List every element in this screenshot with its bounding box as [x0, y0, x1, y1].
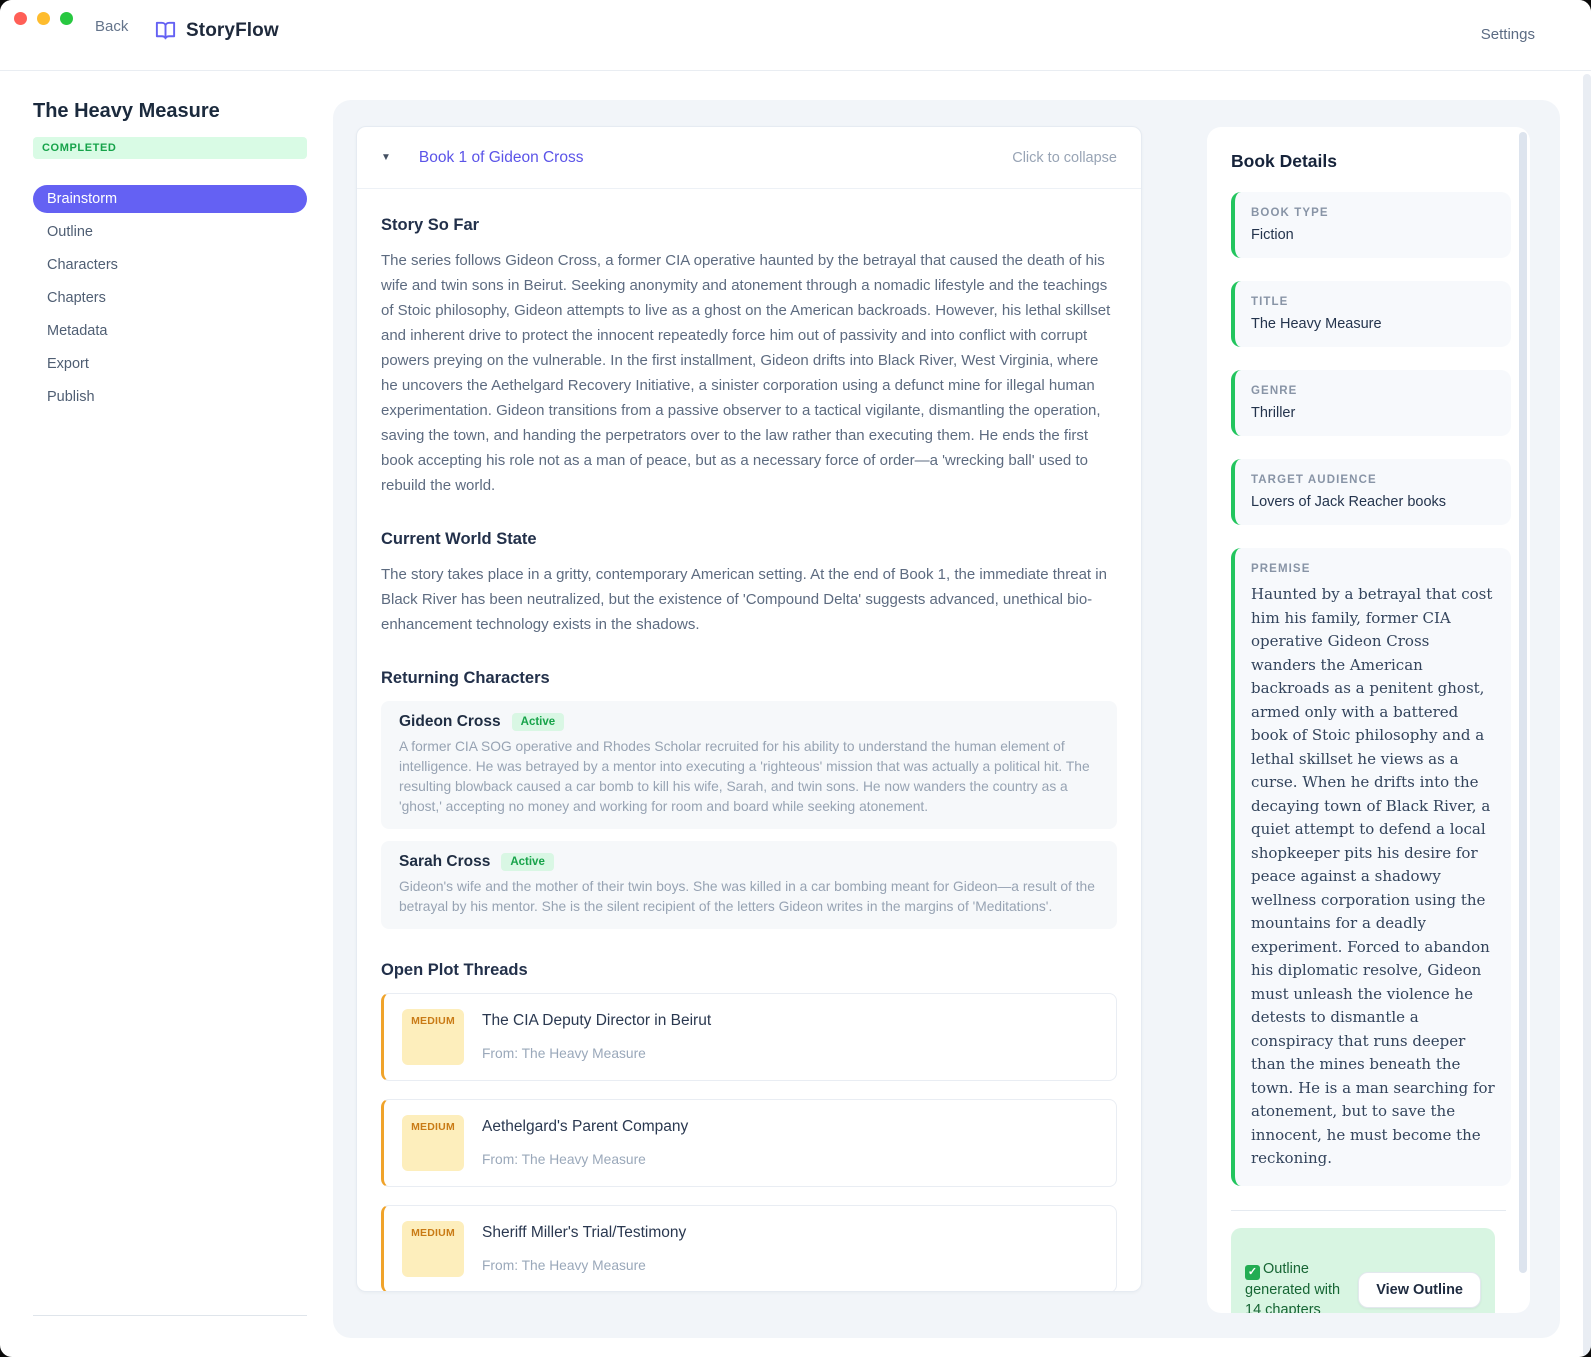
project-title: The Heavy Measure [33, 100, 307, 123]
priority-badge: MEDIUM [402, 1221, 464, 1277]
page-scrollbar[interactable] [1583, 74, 1591, 1357]
detail-label: PREMISE [1251, 563, 1495, 575]
minimize-window-button[interactable] [37, 12, 50, 25]
detail-label: TARGET AUDIENCE [1251, 474, 1495, 486]
sidebar: The Heavy Measure COMPLETED Brainstorm O… [33, 100, 307, 416]
character-card: Sarah Cross Active Gideon's wife and the… [381, 841, 1117, 929]
plot-thread-source: From: The Heavy Measure [482, 1258, 686, 1273]
outline-status-box: ✓Outline generated with 14 chapters View… [1231, 1228, 1495, 1314]
book-details-heading: Book Details [1231, 151, 1506, 172]
app-window: Back StoryFlow Settings The Heavy Measur… [0, 0, 1591, 1357]
app-logo: StoryFlow [154, 19, 279, 42]
plot-thread-title: Sheriff Miller's Trial/Testimony [482, 1224, 686, 1242]
character-name: Gideon Cross [399, 713, 501, 731]
app-name: StoryFlow [186, 20, 279, 42]
detail-field-genre: GENRE Thriller [1231, 370, 1511, 436]
open-book-icon [154, 19, 177, 42]
character-description: Gideon's wife and the mother of their tw… [399, 877, 1099, 917]
current-world-state-text: The story takes place in a gritty, conte… [381, 562, 1117, 637]
sidebar-item-chapters[interactable]: Chapters [33, 284, 307, 312]
character-card: Gideon Cross Active A former CIA SOG ope… [381, 701, 1117, 829]
sidebar-bottom-divider [33, 1315, 307, 1316]
plot-thread-card[interactable]: MEDIUM Aethelgard's Parent Company From:… [381, 1099, 1117, 1187]
plot-thread-card[interactable]: MEDIUM The CIA Deputy Director in Beirut… [381, 993, 1117, 1081]
detail-value: Thriller [1251, 405, 1495, 421]
book-brainstorm-card: ▼ Book 1 of Gideon Cross Click to collap… [356, 126, 1142, 1292]
top-bar: Back StoryFlow Settings [0, 0, 1591, 71]
window-controls [14, 12, 73, 25]
open-plot-threads-heading: Open Plot Threads [381, 961, 1117, 980]
plot-thread-title: Aethelgard's Parent Company [482, 1118, 688, 1136]
view-outline-button[interactable]: View Outline [1358, 1272, 1481, 1308]
sidebar-item-publish[interactable]: Publish [33, 383, 307, 411]
detail-field-premise: PREMISE Haunted by a betrayal that cost … [1231, 548, 1511, 1186]
character-status-badge: Active [512, 713, 565, 731]
sidebar-item-outline[interactable]: Outline [33, 218, 307, 246]
detail-value: Fiction [1251, 227, 1495, 243]
detail-field-target-audience: TARGET AUDIENCE Lovers of Jack Reacher b… [1231, 459, 1511, 525]
sidebar-item-export[interactable]: Export [33, 350, 307, 378]
plot-thread-source: From: The Heavy Measure [482, 1046, 711, 1061]
plot-thread-source: From: The Heavy Measure [482, 1152, 688, 1167]
plot-thread-title: The CIA Deputy Director in Beirut [482, 1012, 711, 1030]
story-so-far-text: The series follows Gideon Cross, a forme… [381, 248, 1117, 498]
panel-divider [1231, 1210, 1506, 1211]
status-badge: COMPLETED [33, 137, 307, 159]
settings-button[interactable]: Settings [1481, 26, 1535, 43]
close-window-button[interactable] [14, 12, 27, 25]
sidebar-item-metadata[interactable]: Metadata [33, 317, 307, 345]
character-name: Sarah Cross [399, 853, 490, 871]
character-description: A former CIA SOG operative and Rhodes Sc… [399, 737, 1099, 817]
details-panel-scrollbar[interactable] [1519, 132, 1527, 1273]
returning-characters-heading: Returning Characters [381, 669, 1117, 688]
book-header-title: Book 1 of Gideon Cross [419, 149, 1012, 167]
detail-label: GENRE [1251, 385, 1495, 397]
detail-label: TITLE [1251, 296, 1495, 308]
detail-label: BOOK TYPE [1251, 207, 1495, 219]
back-button[interactable]: Back [95, 18, 128, 35]
detail-value: Lovers of Jack Reacher books [1251, 494, 1495, 510]
sidebar-item-characters[interactable]: Characters [33, 251, 307, 279]
detail-value: Haunted by a betrayal that cost him his … [1251, 583, 1495, 1171]
detail-field-book-type: BOOK TYPE Fiction [1231, 192, 1511, 258]
collapse-hint: Click to collapse [1012, 150, 1117, 166]
outline-status-text: ✓Outline generated with 14 chapters [1245, 1259, 1348, 1314]
check-icon: ✓ [1245, 1265, 1260, 1280]
collapse-caret-icon: ▼ [381, 152, 391, 163]
sidebar-item-brainstorm[interactable]: Brainstorm [33, 185, 307, 213]
priority-badge: MEDIUM [402, 1009, 464, 1065]
story-so-far-heading: Story So Far [381, 216, 1117, 235]
current-world-state-heading: Current World State [381, 530, 1117, 549]
plot-thread-card[interactable]: MEDIUM Sheriff Miller's Trial/Testimony … [381, 1205, 1117, 1292]
book-section-header[interactable]: ▼ Book 1 of Gideon Cross Click to collap… [357, 127, 1141, 189]
priority-badge: MEDIUM [402, 1115, 464, 1171]
detail-value: The Heavy Measure [1251, 316, 1495, 332]
character-status-badge: Active [501, 853, 554, 871]
zoom-window-button[interactable] [60, 12, 73, 25]
detail-field-title: TITLE The Heavy Measure [1231, 281, 1511, 347]
sidebar-nav: Brainstorm Outline Characters Chapters M… [33, 185, 307, 411]
book-section-body: Story So Far The series follows Gideon C… [357, 216, 1141, 1292]
book-details-panel: Book Details BOOK TYPE Fiction TITLE The… [1207, 127, 1530, 1313]
